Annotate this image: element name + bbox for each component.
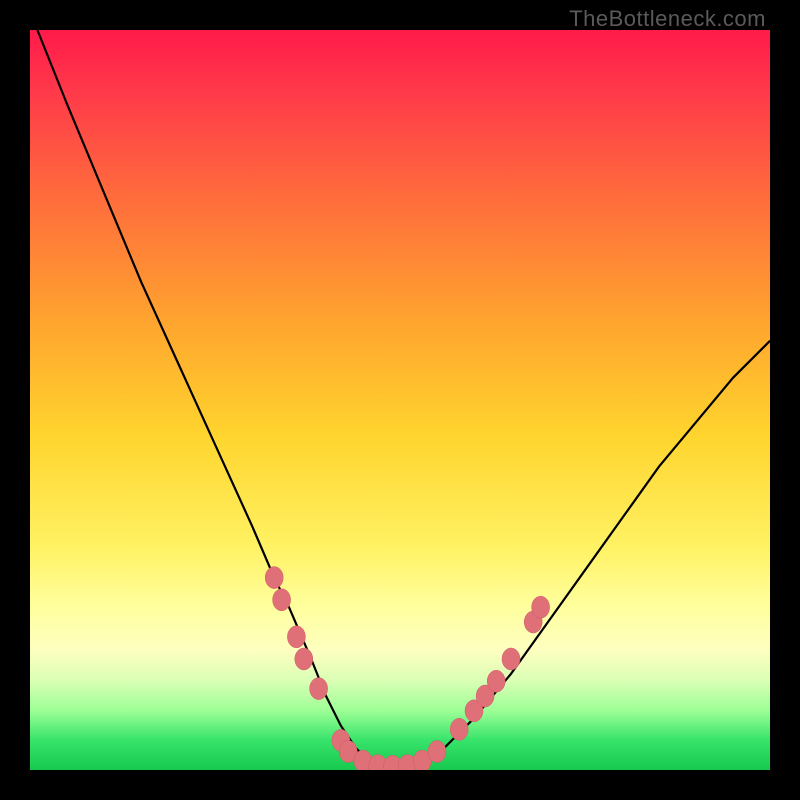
highlight-dot [287,626,305,648]
highlight-dot [295,648,313,670]
highlight-dots-group [265,567,549,770]
bottleneck-curve-path [37,30,770,766]
bottleneck-curve-svg [30,30,770,770]
highlight-dot [310,678,328,700]
highlight-dot [273,589,291,611]
highlight-dot [265,567,283,589]
highlight-dot [502,648,520,670]
highlight-dot [450,718,468,740]
highlight-dot [487,670,505,692]
plot-area [30,30,770,770]
highlight-dot [532,596,550,618]
watermark-text: TheBottleneck.com [569,6,766,32]
highlight-dot [428,741,446,763]
chart-frame: TheBottleneck.com [0,0,800,800]
